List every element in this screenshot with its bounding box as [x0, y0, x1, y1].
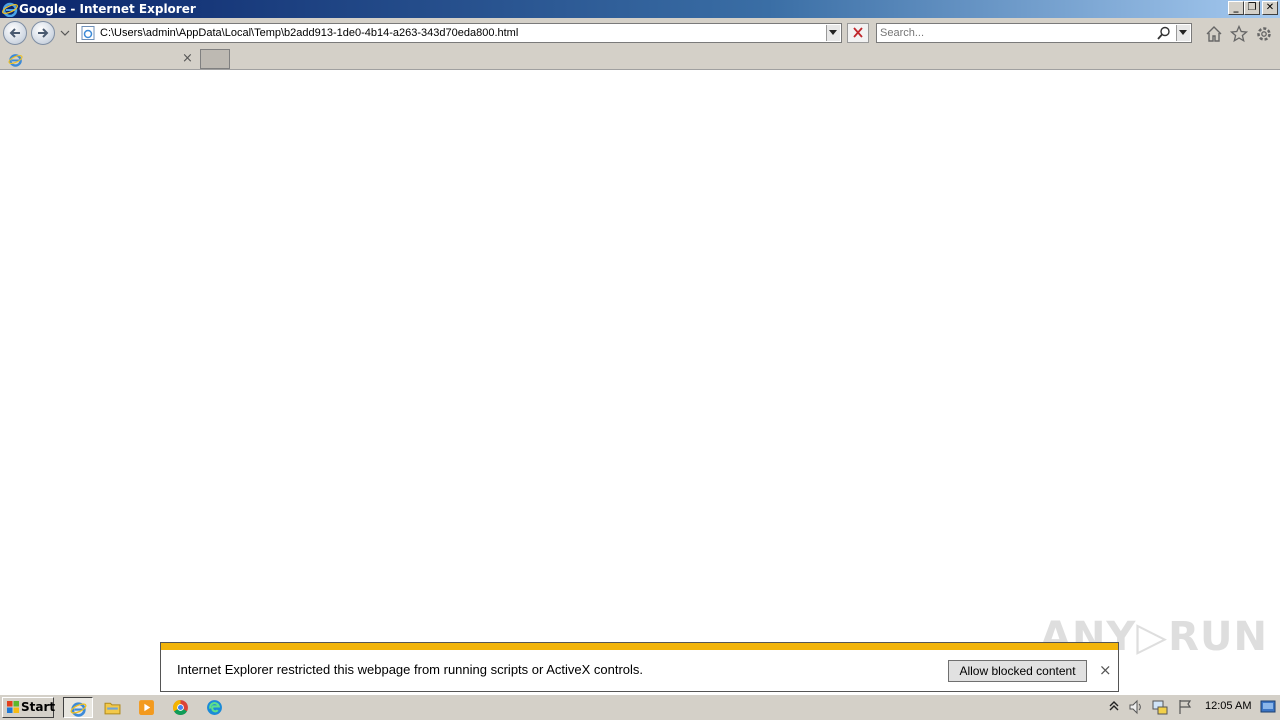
forward-button[interactable]: [31, 21, 55, 45]
search-input[interactable]: [880, 25, 1140, 41]
notification-bar: Internet Explorer restricted this webpag…: [160, 642, 1119, 692]
action-center-flag-icon[interactable]: [1177, 699, 1193, 715]
folder-icon: [104, 702, 121, 715]
address-bar[interactable]: C:\Users\admin\AppData\Local\Temp\b2add9…: [76, 23, 842, 43]
gear-icon[interactable]: [1255, 25, 1273, 43]
notification-message: Internet Explorer restricted this webpag…: [177, 662, 644, 677]
page-content: [0, 70, 1280, 694]
favorites-star-icon[interactable]: [1230, 25, 1248, 43]
restore-button[interactable]: ❐: [1244, 1, 1260, 15]
system-tray: 12:05 AM: [1105, 697, 1278, 718]
minimize-button[interactable]: _: [1228, 1, 1244, 15]
stop-button[interactable]: [847, 23, 869, 43]
address-text: C:\Users\admin\AppData\Local\Temp\b2add9…: [100, 27, 519, 39]
windows-logo-icon: [7, 701, 19, 713]
internet-explorer-icon: [2, 2, 18, 17]
close-window-button[interactable]: ✕: [1262, 1, 1278, 15]
taskbar-internet-explorer[interactable]: [63, 697, 93, 718]
clock[interactable]: 12:05 AM: [1205, 700, 1251, 712]
navigation-bar: C:\Users\admin\AppData\Local\Temp\b2add9…: [0, 18, 1280, 48]
search-icon[interactable]: [1157, 26, 1171, 40]
show-hidden-icons-icon[interactable]: [1109, 699, 1119, 713]
start-button[interactable]: Start: [2, 697, 56, 718]
new-tab-button[interactable]: [200, 49, 230, 69]
taskbar-media-player[interactable]: [132, 697, 162, 718]
search-box[interactable]: [876, 23, 1192, 43]
start-label: Start: [21, 700, 56, 714]
tab-strip: ×: [0, 48, 1280, 70]
media-player-icon: [139, 700, 154, 715]
taskbar-edge[interactable]: [200, 697, 230, 718]
forward-arrow-icon: [38, 28, 49, 38]
history-dropdown-icon[interactable]: [60, 28, 70, 38]
chevron-down-icon: [1179, 30, 1187, 35]
notification-close-button[interactable]: ×: [1099, 662, 1112, 678]
chrome-icon: [173, 700, 188, 716]
back-arrow-icon: [9, 28, 20, 38]
show-desktop-icon[interactable]: [1260, 699, 1276, 715]
window-title-bar: Google - Internet Explorer _ ❐ ✕: [0, 0, 1280, 18]
taskbar-file-explorer[interactable]: [98, 697, 128, 718]
window-title: Google - Internet Explorer: [19, 2, 196, 16]
taskbar-chrome[interactable]: [166, 697, 196, 718]
search-dropdown-button[interactable]: [1176, 25, 1190, 41]
address-dropdown-button[interactable]: [826, 25, 840, 41]
close-icon: [853, 27, 863, 38]
edge-icon: [207, 700, 222, 715]
back-button[interactable]: [3, 21, 27, 45]
home-icon[interactable]: [1205, 25, 1223, 43]
chevron-down-icon: [829, 30, 837, 35]
page-icon: [81, 26, 95, 40]
taskbar: Start 12:05 AM: [0, 694, 1280, 720]
tab-close-button[interactable]: ×: [182, 51, 193, 67]
tab-current[interactable]: ×: [2, 49, 198, 69]
notification-accent-bar: [161, 643, 1118, 650]
internet-explorer-icon: [8, 54, 23, 67]
allow-blocked-content-button[interactable]: Allow blocked content: [948, 660, 1087, 682]
internet-explorer-icon: [70, 702, 87, 717]
network-icon[interactable]: [1152, 699, 1168, 715]
volume-icon[interactable]: [1128, 699, 1144, 715]
